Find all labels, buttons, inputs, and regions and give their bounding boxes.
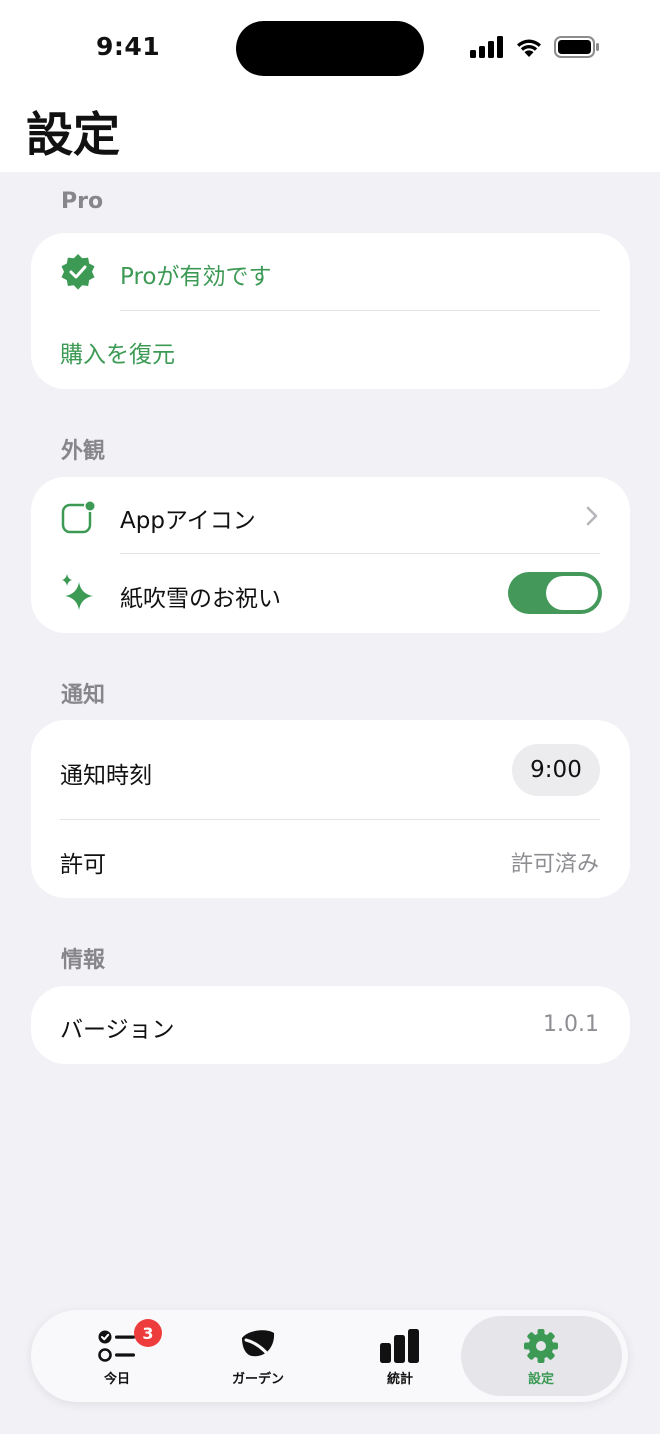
app-icon-row[interactable]: Appアイコン [31,477,630,554]
confetti-row: 紙吹雪のお祝い [31,554,630,633]
appearance-card: Appアイコン 紙吹雪のお祝い [31,477,630,633]
wifi-icon [517,39,541,57]
tab-today-label: 今日 [103,1372,130,1387]
pro-active-label: Proが有効です [120,264,272,290]
version-label: バージョン [60,1017,175,1043]
info-card: バージョン 1.0.1 [31,986,630,1064]
confetti-toggle[interactable] [508,572,602,614]
section-header-info: 情報 [61,948,106,973]
gear-icon [524,1329,558,1363]
restore-purchase-button[interactable]: 購入を復元 [31,311,630,389]
cellular-signal-icon [470,36,503,58]
tab-today[interactable]: 今日 [47,1310,187,1402]
tab-settings[interactable]: 設定 [471,1310,611,1402]
permission-label: 許可 [60,852,106,878]
section-header-appearance: 外観 [61,439,106,464]
chevron-right-icon [586,506,598,526]
bar-chart-icon [380,1329,419,1363]
tab-bar: 今日 ガーデン 統計 設定 [31,1310,628,1402]
version-row: バージョン 1.0.1 [31,986,630,1064]
sparkles-icon [62,574,93,610]
status-icons [470,36,600,58]
version-value: 1.0.1 [543,1012,599,1037]
confetti-label: 紙吹雪のお祝い [120,586,281,612]
status-time: 9:41 [96,32,161,61]
today-badge: 3 [134,1319,162,1347]
section-header-pro: Pro [61,189,104,214]
section-header-notifications: 通知 [61,683,106,708]
notifications-card: 通知時刻 9:00 許可 許可済み [31,720,630,898]
pro-active-row: Proが有効です [31,233,630,311]
app-icon-label: Appアイコン [120,508,256,534]
restore-purchase-label: 購入を復元 [60,342,175,368]
dynamic-island [236,21,424,76]
tab-garden[interactable]: ガーデン [188,1310,328,1402]
toggle-knob [546,576,598,610]
tab-stats[interactable]: 統計 [330,1310,470,1402]
permission-row: 許可 許可済み [31,820,630,898]
leaf-icon [242,1330,276,1364]
permission-value: 許可済み [510,852,599,877]
tab-garden-label: ガーデン [231,1372,284,1387]
verified-badge-icon [61,254,95,290]
tab-stats-label: 統計 [386,1372,413,1387]
notification-time-label: 通知時刻 [60,763,152,789]
pro-card: Proが有効です 購入を復元 [31,233,630,389]
checklist-icon [98,1330,135,1362]
page-title: 設定 [26,108,120,163]
app-icon-icon [61,500,96,534]
tab-settings-label: 設定 [527,1372,554,1387]
notification-time-row: 通知時刻 9:00 [31,720,630,819]
battery-icon [554,36,599,58]
notification-time-picker[interactable]: 9:00 [512,744,600,796]
